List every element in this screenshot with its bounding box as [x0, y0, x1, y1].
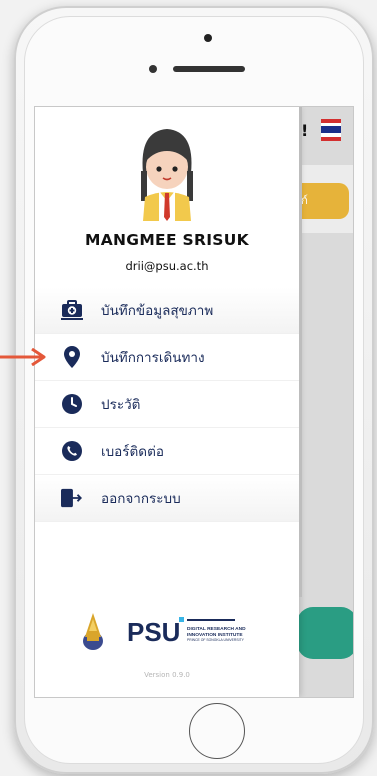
- navigation-drawer: MANGMEE SRISUK drii@psu.ac.th บันทึกข้อม…: [35, 107, 299, 697]
- menu-item-label: ประวัติ: [101, 397, 141, 413]
- alert-icon[interactable]: !: [301, 121, 308, 140]
- profile-name: MANGMEE SRISUK: [85, 231, 249, 249]
- menu-item-label: ออกจากระบบ: [101, 491, 181, 507]
- proximity-sensor: [149, 65, 157, 73]
- clock-icon: [61, 393, 83, 415]
- avatar: [141, 129, 193, 221]
- drawer-scrollbar[interactable]: [299, 107, 302, 597]
- menu-item-contacts[interactable]: เบอร์ติดต่อ: [35, 428, 299, 475]
- home-button[interactable]: [189, 703, 245, 759]
- highlight-arrow-icon: [0, 348, 46, 366]
- logout-icon: [61, 487, 83, 509]
- phone-icon: [61, 440, 83, 462]
- menu-item-health-record[interactable]: บันทึกข้อมูลสุขภาพ: [35, 287, 299, 334]
- university-seal-icon: [83, 613, 103, 650]
- map-pin-icon: [61, 346, 83, 368]
- app-version: Version 0.9.0: [144, 671, 190, 679]
- footer-logos: PSU DIGITAL RESEARCH AND INNOVATION INST…: [83, 613, 246, 650]
- drawer-menu: บันทึกข้อมูลสุขภาพ บันทึกการเดินทาง ประว…: [35, 287, 299, 522]
- menu-item-label: บันทึกข้อมูลสุขภาพ: [101, 303, 214, 319]
- app-screen: ! าก์ MANGMEE SRISUK drii@psu.ac.th: [34, 106, 354, 698]
- profile-email: drii@psu.ac.th: [125, 259, 209, 273]
- menu-item-travel-record[interactable]: บันทึกการเดินทาง: [35, 334, 299, 381]
- front-camera: [204, 34, 212, 42]
- institute-line-1: DIGITAL RESEARCH AND: [187, 626, 246, 632]
- menu-item-label: เบอร์ติดต่อ: [101, 444, 164, 460]
- thai-flag-icon[interactable]: [321, 119, 341, 141]
- earpiece-speaker: [173, 66, 245, 72]
- institute-line-3: PRINCE OF SONGKLA UNIVERSITY: [187, 638, 245, 642]
- psu-logo: PSU: [127, 617, 180, 647]
- background-teal-button[interactable]: [297, 607, 353, 659]
- menu-item-label: บันทึกการเดินทาง: [101, 350, 205, 366]
- medical-kit-icon: [61, 299, 83, 321]
- menu-item-history[interactable]: ประวัติ: [35, 381, 299, 428]
- menu-item-logout[interactable]: ออกจากระบบ: [35, 475, 299, 522]
